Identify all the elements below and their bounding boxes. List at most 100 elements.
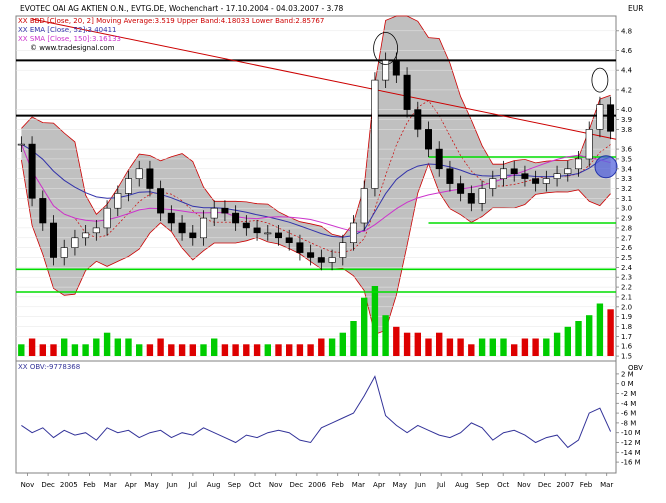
x-tick-label: Apr bbox=[125, 481, 137, 489]
candle-body bbox=[146, 168, 154, 189]
x-tick-label: Nov bbox=[21, 481, 35, 489]
volume-bar bbox=[328, 338, 336, 356]
chart-svg: 1.5 1.6 1.7 1.8 1.9 2.0 2.12.2 2.3 2.4 2.5 2.6 2.7 2… bbox=[0, 0, 666, 499]
x-tick-label: Nov bbox=[517, 481, 531, 489]
y-tick-label: 3.6 bbox=[621, 146, 633, 154]
candle-body bbox=[157, 188, 165, 214]
y-tick-label: 2.3 bbox=[621, 274, 632, 282]
chart-window: 1.5 1.6 1.7 1.8 1.9 2.0 2.1 2.2 2.3 2.4 2.5 2.6 2.7 2… bbox=[0, 0, 666, 499]
volume-bar bbox=[264, 344, 271, 356]
volume-bar bbox=[586, 315, 593, 356]
candle-body bbox=[339, 242, 347, 258]
obv-tick-label: -4 M bbox=[621, 400, 636, 408]
x-tick-label: Mar bbox=[352, 481, 365, 489]
volume-bar bbox=[436, 332, 443, 356]
obv-tick-label: 0 M bbox=[621, 380, 634, 388]
candle-body bbox=[114, 193, 122, 209]
candle-body bbox=[424, 129, 432, 150]
candle-body bbox=[92, 227, 100, 234]
volume-bar bbox=[157, 338, 164, 356]
currency-label: EUR bbox=[628, 4, 643, 13]
x-tick-label: Apr bbox=[373, 481, 385, 489]
volume-bar bbox=[543, 338, 550, 356]
candle-body bbox=[200, 217, 208, 239]
x-tick-label: Feb bbox=[83, 481, 96, 489]
volume-bar bbox=[243, 344, 250, 356]
y-tick-label: 4.2 bbox=[621, 86, 632, 94]
x-tick-label: May bbox=[393, 481, 407, 489]
x-tick-label: Mar bbox=[600, 481, 613, 489]
y-tick-label: 2.5 bbox=[621, 254, 632, 262]
volume-bar bbox=[553, 332, 561, 356]
candle-body bbox=[135, 168, 143, 180]
y-tick-label: 3.5 bbox=[621, 155, 632, 163]
candle-body bbox=[49, 222, 57, 258]
volume-bar bbox=[318, 338, 325, 356]
y-tick-label: 1.9 bbox=[621, 313, 632, 321]
volume-bar bbox=[125, 338, 132, 356]
volume-bar bbox=[168, 344, 175, 356]
volume-bar bbox=[489, 338, 496, 356]
candle-body bbox=[360, 188, 368, 224]
candle-body bbox=[125, 178, 133, 194]
volume-bar bbox=[296, 344, 304, 356]
y-tick-label: 3.1 bbox=[621, 195, 632, 203]
volume-bar bbox=[189, 344, 196, 356]
volume-bar bbox=[446, 338, 454, 356]
candle-body bbox=[553, 173, 561, 179]
x-tick-label: 2006 bbox=[308, 481, 326, 489]
candle-body bbox=[499, 168, 507, 180]
y-tick-label: 4.0 bbox=[621, 106, 632, 114]
candle-body bbox=[403, 74, 411, 110]
candle-body bbox=[478, 188, 486, 204]
volume-bar bbox=[414, 332, 421, 356]
volume-bar bbox=[18, 344, 25, 356]
volume-bar bbox=[146, 344, 154, 356]
volume-bar bbox=[575, 321, 582, 356]
x-tick-label: Aug bbox=[455, 481, 469, 489]
y-tick-label: 2.9 bbox=[621, 215, 632, 223]
y-tick-label: 2.0 bbox=[621, 303, 632, 311]
candle-body bbox=[564, 168, 572, 175]
x-tick-label: Feb bbox=[580, 481, 593, 489]
obv-tick-label: -8 M bbox=[621, 419, 636, 427]
candle-body bbox=[60, 247, 68, 258]
x-tick-label: Aug bbox=[207, 481, 221, 489]
volume-bar bbox=[39, 344, 46, 356]
x-tick-label: 2007 bbox=[556, 481, 574, 489]
y-tick-label: 1.8 bbox=[621, 323, 632, 331]
y-tick-label: 2.2 bbox=[621, 284, 632, 292]
candle-body bbox=[210, 207, 218, 219]
candle-body bbox=[585, 129, 593, 160]
candle-body bbox=[532, 178, 540, 184]
x-tick-label: Jun bbox=[166, 481, 178, 489]
highlight-circle bbox=[594, 155, 618, 179]
obv-tick-label: -14 M bbox=[621, 449, 641, 457]
x-tick-label: 2005 bbox=[60, 481, 78, 489]
volume-bar bbox=[393, 326, 400, 356]
volume-bar bbox=[361, 297, 368, 356]
y-tick-label: 4.8 bbox=[621, 27, 632, 35]
y-tick-label: 3.2 bbox=[621, 185, 632, 193]
volume-bar bbox=[468, 344, 475, 356]
volume-bar bbox=[103, 332, 111, 356]
volume-bar bbox=[350, 321, 357, 356]
candle-body bbox=[542, 178, 550, 184]
candle-body bbox=[296, 242, 304, 253]
obv-tick-label: -12 M bbox=[621, 439, 641, 447]
volume-bar bbox=[564, 326, 571, 356]
volume-bar bbox=[61, 338, 68, 356]
y-tick-label: 3.4 bbox=[621, 165, 633, 173]
volume-bar bbox=[93, 338, 100, 356]
candle-body bbox=[274, 232, 282, 239]
candle-body bbox=[349, 222, 357, 244]
watermark: © www.tradesignal.com bbox=[30, 44, 115, 52]
volume-bar bbox=[521, 338, 529, 356]
candle-body bbox=[414, 109, 422, 130]
candle-body bbox=[574, 158, 582, 170]
obv-tick-label: -16 M bbox=[621, 459, 641, 467]
volume-bar bbox=[114, 338, 121, 356]
volume-bar bbox=[211, 338, 218, 356]
volume-bar bbox=[275, 344, 282, 356]
candle-body bbox=[253, 227, 261, 234]
